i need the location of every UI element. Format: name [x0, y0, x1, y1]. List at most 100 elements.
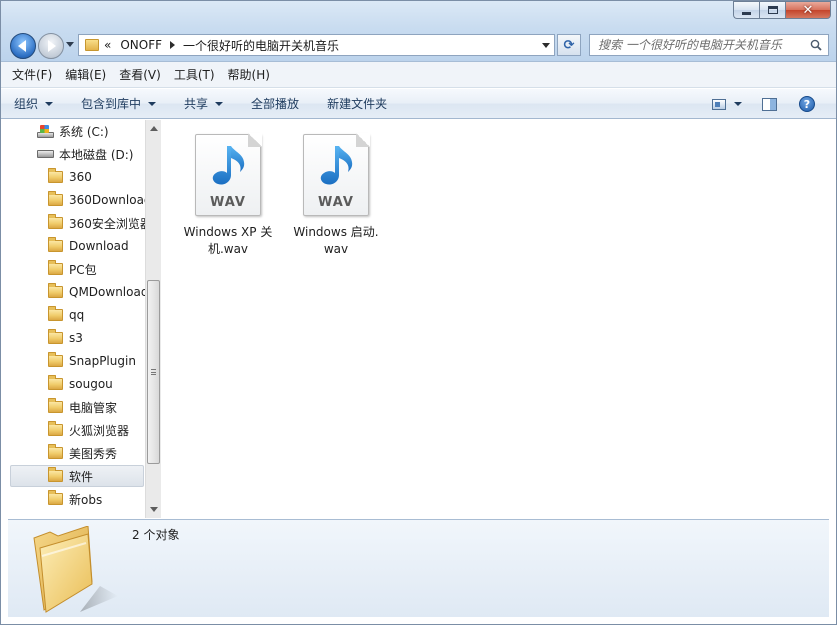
tree-item-folder[interactable]: qq — [48, 304, 84, 326]
scroll-up-icon[interactable] — [150, 126, 158, 131]
file-item[interactable]: WAV Windows XP 关 机.wav — [178, 133, 278, 258]
command-bar: 组织 包含到库中 共享 全部播放 新建文件夹 ? — [0, 89, 837, 119]
close-icon: ✕ — [802, 2, 814, 18]
chevron-down-icon — [45, 101, 54, 106]
file-name-line: wav — [323, 242, 349, 256]
tree-item-folder[interactable]: 电脑管家 — [48, 396, 117, 418]
large-folder-icon — [33, 526, 118, 613]
menu-edit[interactable]: 编辑(E) — [65, 66, 106, 83]
title-bar: ✕ « ONOFF 一个很好听的电脑开关机音乐 ⟳ — [0, 0, 837, 62]
navigation-scrollbar[interactable] — [145, 120, 161, 518]
local-disk-icon — [37, 150, 54, 158]
folder-icon — [48, 398, 63, 413]
breadcrumb: « ONOFF 一个很好听的电脑开关机音乐 — [104, 37, 339, 54]
close-button[interactable]: ✕ — [785, 1, 831, 19]
file-name-line: 机.wav — [207, 242, 249, 256]
tree-item-label: 系统 (C:) — [59, 124, 109, 139]
tree-item-label: 电脑管家 — [69, 400, 118, 415]
minimize-icon — [742, 11, 751, 15]
command-bar-right: ? — [712, 89, 837, 119]
tree-item-folder[interactable]: 火狐浏览器 — [48, 419, 129, 441]
back-button[interactable] — [10, 33, 36, 59]
details-pane: 2 个对象 — [8, 519, 829, 617]
new-folder-button[interactable]: 新建文件夹 — [327, 95, 387, 112]
share-label: 共享 — [184, 97, 209, 111]
file-name-line: Windows 启动. — [293, 225, 379, 239]
include-in-library-button[interactable]: 包含到库中 — [81, 95, 157, 112]
tree-item-label: 软件 — [69, 469, 94, 484]
share-button[interactable]: 共享 — [184, 95, 224, 112]
folder-icon — [48, 421, 63, 436]
tree-item-folder[interactable]: QMDownload — [48, 281, 148, 303]
tree-item-label: 本地磁盘 (D:) — [59, 147, 134, 162]
search-input[interactable] — [598, 38, 803, 52]
chevron-right-icon[interactable] — [170, 41, 176, 49]
tree-item-folder[interactable]: 360安全浏览器 — [48, 212, 152, 234]
file-name-line: Windows XP 关 — [183, 225, 273, 239]
view-options-dropdown[interactable] — [734, 102, 742, 106]
tree-item-local-disk-d[interactable]: 本地磁盘 (D:) — [37, 143, 133, 165]
maximize-icon — [767, 6, 778, 14]
folder-icon — [48, 352, 63, 367]
menu-file[interactable]: 文件(F) — [12, 66, 52, 83]
breadcrumb-item-current[interactable]: 一个很好听的电脑开关机音乐 — [183, 37, 339, 54]
folder-icon — [85, 39, 99, 51]
menu-help[interactable]: 帮助(H) — [228, 66, 270, 83]
tree-item-label: 新obs — [69, 492, 103, 507]
wav-file-icon: WAV — [303, 133, 370, 216]
scroll-down-icon[interactable] — [150, 507, 158, 512]
menu-bar: 文件(F) 编辑(E) 查看(V) 工具(T) 帮助(H) — [0, 62, 837, 88]
chevron-down-icon — [148, 101, 157, 106]
preview-pane-icon[interactable] — [762, 97, 777, 111]
tree-item-folder[interactable]: 360Downloads — [48, 189, 158, 211]
breadcrumb-overflow[interactable]: « — [104, 38, 111, 52]
address-history-dropdown[interactable] — [542, 43, 550, 48]
organize-label: 组织 — [14, 97, 39, 111]
folder-icon — [48, 490, 63, 505]
tree-item-folder[interactable]: sougou — [48, 373, 113, 395]
tree-item-folder[interactable]: 美图秀秀 — [48, 442, 117, 464]
tree-item-label: s3 — [69, 331, 83, 345]
tree-item-folder[interactable]: SnapPlugin — [48, 350, 136, 372]
item-count: 2 个对象 — [132, 528, 180, 542]
change-view-icon[interactable] — [712, 98, 726, 110]
tree-item-label: 360 — [69, 170, 92, 184]
file-name: Windows 启动. wav — [286, 224, 386, 258]
tree-item-folder[interactable]: Download — [48, 235, 129, 257]
music-note-icon — [320, 146, 353, 185]
include-in-library-label: 包含到库中 — [81, 97, 142, 111]
system-drive-icon — [37, 124, 54, 138]
tree-item-label: 火狐浏览器 — [69, 423, 130, 438]
breadcrumb-item-onoff[interactable]: ONOFF — [120, 38, 162, 52]
wav-file-icon: WAV — [195, 133, 262, 216]
tree-item-folder[interactable]: 新obs — [48, 488, 102, 510]
recent-pages-dropdown[interactable] — [66, 42, 74, 47]
minimize-button[interactable] — [733, 1, 759, 19]
menu-tools[interactable]: 工具(T) — [174, 66, 215, 83]
refresh-button[interactable]: ⟳ — [557, 34, 581, 56]
search-icon[interactable] — [810, 39, 822, 51]
tree-item-label: Download — [69, 239, 129, 253]
help-icon[interactable]: ? — [799, 96, 815, 112]
search-box[interactable] — [589, 34, 829, 56]
forward-button[interactable] — [38, 33, 64, 59]
address-bar[interactable]: « ONOFF 一个很好听的电脑开关机音乐 — [78, 34, 555, 56]
wav-badge: WAV — [210, 195, 246, 210]
play-all-button[interactable]: 全部播放 — [251, 95, 299, 112]
tree-item-folder-selected[interactable]: 软件 — [10, 465, 144, 487]
tree-item-folder[interactable]: s3 — [48, 327, 83, 349]
tree-item-folder[interactable]: 360 — [48, 166, 92, 188]
tree-item-label: 美图秀秀 — [69, 446, 118, 461]
menu-view[interactable]: 查看(V) — [119, 66, 161, 83]
navigation-pane[interactable]: 系统 (C:) 本地磁盘 (D:) 360 360Downloads 360安全… — [8, 120, 161, 518]
tree-item-folder[interactable]: PC包 — [48, 258, 97, 280]
folder-icon — [48, 444, 63, 459]
maximize-button[interactable] — [759, 1, 785, 19]
organize-button[interactable]: 组织 — [14, 95, 54, 112]
tree-item-system-drive[interactable]: 系统 (C:) — [37, 120, 109, 142]
chevron-down-icon — [215, 101, 224, 106]
file-list[interactable]: WAV Windows XP 关 机.wav WAV Windows 启动. w… — [162, 120, 829, 518]
file-item[interactable]: WAV Windows 启动. wav — [286, 133, 386, 258]
scrollbar-thumb[interactable] — [147, 280, 160, 464]
tree-item-label: SnapPlugin — [69, 354, 136, 368]
